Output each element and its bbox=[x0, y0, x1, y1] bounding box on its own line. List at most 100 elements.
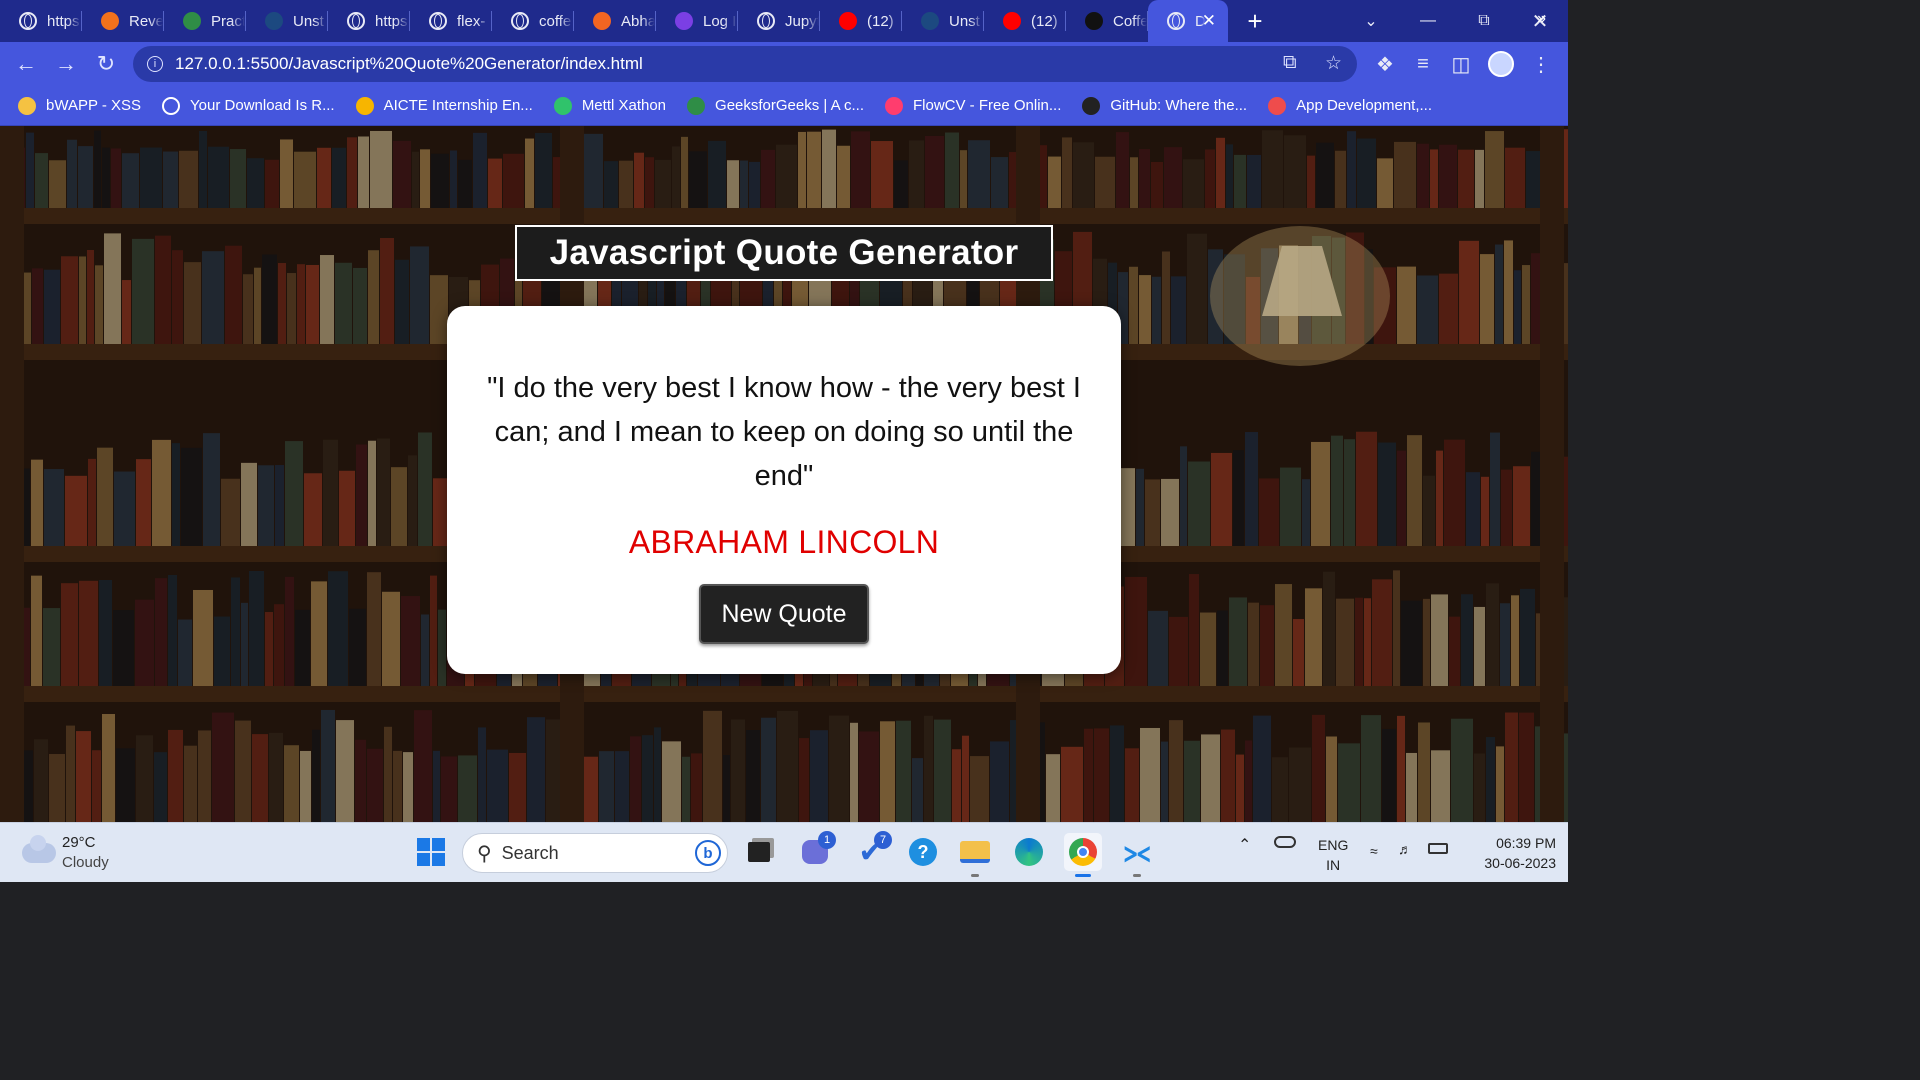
task-view-icon[interactable] bbox=[740, 833, 778, 871]
browser-tab[interactable]: Log I bbox=[656, 0, 738, 42]
globe-icon bbox=[757, 12, 775, 30]
globe-icon bbox=[511, 12, 529, 30]
share-icon[interactable]: ⧉ bbox=[1283, 52, 1297, 74]
reload-icon[interactable]: ↻ bbox=[86, 44, 126, 84]
browser-tab[interactable]: Abha bbox=[574, 0, 656, 42]
geeksforgeeks-icon bbox=[183, 12, 201, 30]
browser-tab[interactable]: flex- bbox=[410, 0, 492, 42]
bookmarks-overflow-icon[interactable]: » bbox=[1537, 10, 1546, 28]
abha-icon bbox=[593, 12, 611, 30]
bookmark-item[interactable]: Mettl Xathon bbox=[553, 96, 666, 115]
browser-tab[interactable]: D ✕ bbox=[1148, 0, 1228, 42]
browser-tab[interactable]: https bbox=[328, 0, 410, 42]
page-viewport: Javascript Quote Generator "I do the ver… bbox=[0, 126, 1568, 822]
browser-tab[interactable]: (12) bbox=[984, 0, 1066, 42]
profile-avatar[interactable] bbox=[1482, 42, 1520, 86]
edge-icon[interactable] bbox=[1010, 833, 1048, 871]
bookmark-star-icon[interactable]: ☆ bbox=[1325, 52, 1342, 75]
system-clock[interactable]: 06:39 PM 30-06-2023 bbox=[1460, 833, 1556, 873]
tab-title: https bbox=[47, 12, 80, 30]
site-info-icon[interactable]: i bbox=[147, 56, 163, 72]
tab-title: (12) bbox=[867, 12, 894, 30]
browser-tab[interactable]: coffe bbox=[492, 0, 574, 42]
browser-tab[interactable]: Coffe bbox=[1066, 0, 1148, 42]
todo-icon[interactable]: ✔ 7 bbox=[852, 831, 892, 871]
extensions-icon[interactable]: ❖ bbox=[1366, 42, 1404, 86]
file-explorer-icon[interactable] bbox=[956, 833, 994, 877]
weather-widget[interactable]: 29°C Cloudy bbox=[22, 833, 109, 873]
search-placeholder: Search bbox=[501, 842, 559, 863]
browser-tab[interactable]: Unst bbox=[902, 0, 984, 42]
todo-badge: 7 bbox=[874, 831, 892, 849]
media-control-icon[interactable]: ≡ bbox=[1404, 42, 1442, 86]
new-tab-button[interactable]: + bbox=[1228, 6, 1282, 37]
reverso-icon bbox=[101, 12, 119, 30]
browser-tab[interactable]: Reve bbox=[82, 0, 164, 42]
h-icon bbox=[1268, 96, 1287, 115]
flowcv-icon bbox=[885, 96, 903, 115]
tab-title: Reve bbox=[129, 12, 163, 30]
bookmark-item[interactable]: GeeksforGeeks | A c... bbox=[687, 96, 864, 115]
youtube-icon bbox=[1003, 12, 1021, 30]
back-icon[interactable]: ← bbox=[6, 44, 46, 84]
bing-icon[interactable]: b bbox=[695, 840, 721, 866]
globe-icon bbox=[429, 12, 447, 30]
tab-title: coffe bbox=[539, 12, 572, 30]
bookmark-item[interactable]: App Development,... bbox=[1268, 96, 1433, 115]
tab-title: Pract bbox=[211, 12, 245, 30]
taskbar-search[interactable]: ⚲ Search b bbox=[462, 833, 728, 873]
bookmark-label: App Development,... bbox=[1296, 97, 1433, 114]
new-quote-button[interactable]: New Quote bbox=[699, 584, 869, 644]
bookmark-item[interactable]: FlowCV - Free Onlin... bbox=[885, 96, 1061, 115]
battery-icon[interactable] bbox=[1428, 841, 1448, 857]
restore-icon[interactable]: ⧉ bbox=[1456, 0, 1512, 42]
globe-icon bbox=[19, 12, 37, 30]
bookmark-item[interactable]: AICTE Internship En... bbox=[355, 96, 533, 115]
region-code: IN bbox=[1326, 857, 1341, 873]
bookmark-label: bWAPP - XSS bbox=[46, 97, 142, 114]
tab-title: https bbox=[375, 12, 408, 30]
tab-title: Jupyt bbox=[785, 12, 819, 30]
tab-search-icon[interactable]: ⌄ bbox=[1343, 0, 1399, 42]
forward-icon[interactable]: → bbox=[46, 44, 86, 84]
browser-tab[interactable]: Pract bbox=[164, 0, 246, 42]
volume-icon[interactable]: ♬ bbox=[1398, 841, 1412, 857]
tab-title: Log I bbox=[703, 12, 737, 30]
bee-icon bbox=[18, 96, 36, 115]
tab-strip: https Reve Pract Unst https flex-coffe Abha Log… bbox=[0, 0, 1568, 42]
globe-icon bbox=[1167, 12, 1185, 30]
side-panel-icon[interactable]: ◫ bbox=[1442, 42, 1480, 86]
tab-title: Abha bbox=[621, 12, 655, 30]
quote-author: ABRAHAM LINCOLN bbox=[628, 524, 940, 560]
chrome-icon[interactable] bbox=[1064, 833, 1102, 877]
bookmark-item[interactable]: GitHub: Where the... bbox=[1082, 96, 1247, 115]
browser-tab[interactable]: (12) bbox=[820, 0, 902, 42]
browser-tab[interactable]: Unst bbox=[246, 0, 328, 42]
tray-overflow-icon[interactable]: ⌃ bbox=[1238, 835, 1251, 855]
unstop-icon bbox=[265, 12, 283, 30]
clock-date: 30-06-2023 bbox=[1484, 855, 1556, 871]
github-icon bbox=[1082, 96, 1101, 115]
minimize-icon[interactable]: — bbox=[1400, 0, 1456, 42]
menu-kebab-icon[interactable]: ⋮ bbox=[1522, 42, 1560, 86]
close-tab-icon[interactable]: ✕ bbox=[1202, 11, 1216, 31]
bookmark-item[interactable]: Your Download Is R... bbox=[162, 96, 335, 115]
browser-tab[interactable]: Jupyt bbox=[738, 0, 820, 42]
vscode-icon[interactable]: ⪥ bbox=[1118, 833, 1156, 877]
quote-card: "I do the very best I know how - the ver… bbox=[447, 306, 1121, 674]
address-url[interactable]: 127.0.0.1:5500/Javascript%20Quote%20Gene… bbox=[175, 54, 643, 74]
teams-chat-icon[interactable]: 1 bbox=[796, 831, 836, 871]
clock-time: 06:39 PM bbox=[1496, 835, 1556, 851]
start-button[interactable] bbox=[412, 833, 450, 871]
wifi-icon[interactable]: ≈ bbox=[1370, 843, 1378, 859]
bookmark-item[interactable]: bWAPP - XSS bbox=[18, 96, 142, 115]
onedrive-icon[interactable] bbox=[1274, 835, 1296, 851]
address-bar[interactable]: i 127.0.0.1:5500/Javascript%20Quote%20Ge… bbox=[133, 46, 1357, 82]
browser-tab[interactable]: https bbox=[0, 0, 82, 42]
windows-logo-icon bbox=[417, 838, 445, 866]
language-indicator[interactable]: ENG IN bbox=[1318, 835, 1348, 875]
tab-title: (12) bbox=[1031, 12, 1058, 30]
get-help-icon[interactable]: ? bbox=[904, 833, 942, 871]
bookmark-label: Your Download Is R... bbox=[190, 97, 335, 114]
tab-title: Coffe bbox=[1113, 12, 1147, 30]
